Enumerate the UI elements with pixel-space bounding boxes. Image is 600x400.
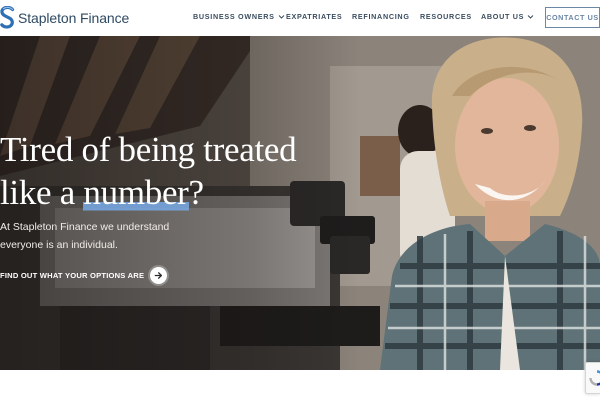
nav-item-label: BUSINESS OWNERS: [193, 12, 275, 21]
recaptcha-badge[interactable]: [585, 362, 600, 394]
hero-subtext: At Stapleton Finance we understand every…: [0, 218, 220, 254]
site-header: Stapleton Finance BUSINESS OWNERS EXPATR…: [0, 0, 600, 36]
headline-line-2-prefix: like a: [0, 173, 84, 212]
nav-item-resources[interactable]: RESOURCES: [420, 12, 472, 21]
find-options-link[interactable]: FIND OUT WHAT YOUR OPTIONS ARE: [0, 267, 168, 284]
brand-logo[interactable]: Stapleton Finance: [0, 6, 129, 29]
nav-item-label: RESOURCES: [420, 12, 472, 21]
headline-highlight: number: [83, 173, 189, 212]
brand-name: Stapleton Finance: [18, 9, 130, 26]
nav-item-label: ABOUT US: [481, 12, 525, 21]
hero-section: Tired of being treated like a number? At…: [0, 36, 600, 370]
subtext-line-2: everyone is an individual.: [0, 239, 118, 251]
recaptcha-icon: [589, 370, 600, 386]
chevron-down-icon: [278, 14, 284, 19]
headline-line-1: Tired of being treated: [0, 130, 297, 169]
cta-label: FIND OUT WHAT YOUR OPTIONS ARE: [0, 271, 145, 280]
nav-item-label: REFINANCING: [352, 12, 410, 21]
nav-item-label: EXPATRIATES: [286, 12, 343, 21]
content-section: [0, 370, 600, 400]
subtext-line-1: At Stapleton Finance we understand: [0, 221, 170, 233]
nav-item-business-owners[interactable]: BUSINESS OWNERS: [193, 12, 285, 21]
cta-arrow-button[interactable]: [150, 267, 168, 284]
headline-suffix: ?: [188, 173, 205, 212]
nav-item-refinancing[interactable]: REFINANCING: [352, 12, 410, 21]
chevron-down-icon: [527, 14, 534, 19]
stapleton-s-logo-icon: [0, 6, 15, 29]
contact-us-button[interactable]: CONTACT US: [545, 7, 600, 28]
nav-item-expatriates[interactable]: EXPATRIATES: [286, 12, 342, 21]
hero-headline: Tired of being treated like a number?: [0, 128, 330, 214]
arrow-right-icon: [154, 272, 163, 279]
nav-item-about-us[interactable]: ABOUT US: [481, 12, 534, 21]
